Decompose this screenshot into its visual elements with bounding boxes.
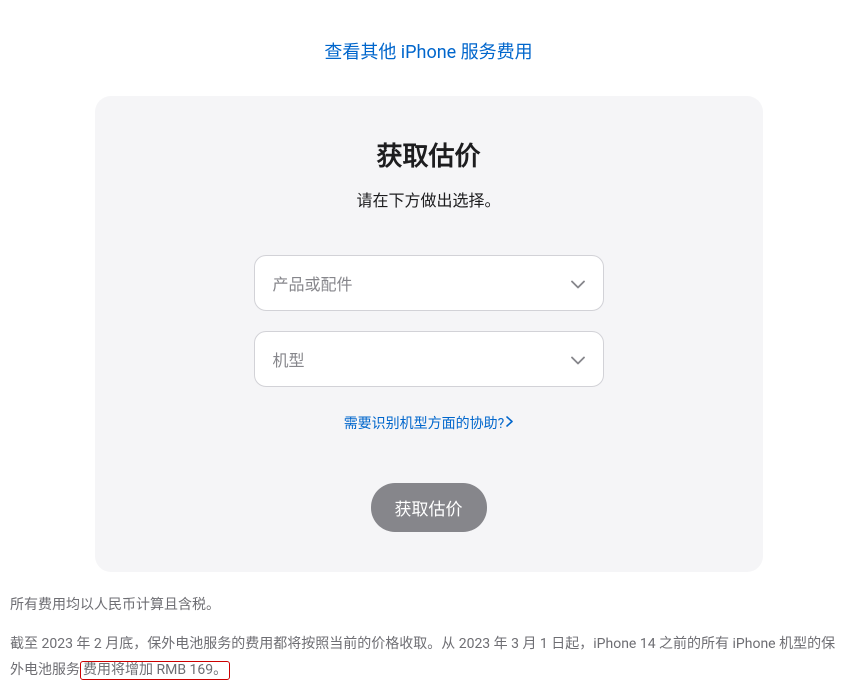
footer-price-note: 截至 2023 年 2 月底，保外电池服务的费用都将按照当前的价格收取。从 20…	[10, 631, 847, 684]
model-select-placeholder: 机型	[273, 347, 305, 371]
footer-currency-note: 所有费用均以人民币计算且含税。	[10, 592, 847, 619]
product-select[interactable]: 产品或配件	[254, 255, 604, 311]
chevron-right-icon	[506, 415, 513, 431]
get-estimate-button[interactable]: 获取估价	[371, 483, 487, 532]
model-select[interactable]: 机型	[254, 331, 604, 387]
price-increase-highlight: 费用将增加 RMB 169。	[80, 661, 230, 680]
estimate-card: 获取估价 请在下方做出选择。 产品或配件 机型 需要识别机型方面的协助? 获取估…	[95, 96, 763, 572]
card-title: 获取估价	[115, 136, 743, 173]
identify-model-help-link[interactable]: 需要识别机型方面的协助?	[344, 413, 514, 433]
chevron-down-icon	[571, 350, 585, 369]
chevron-down-icon	[571, 274, 585, 293]
card-subtitle: 请在下方做出选择。	[115, 187, 743, 211]
other-services-link[interactable]: 查看其他 iPhone 服务费用	[0, 38, 857, 64]
product-select-placeholder: 产品或配件	[273, 271, 353, 295]
help-link-label: 需要识别机型方面的协助?	[344, 413, 505, 433]
